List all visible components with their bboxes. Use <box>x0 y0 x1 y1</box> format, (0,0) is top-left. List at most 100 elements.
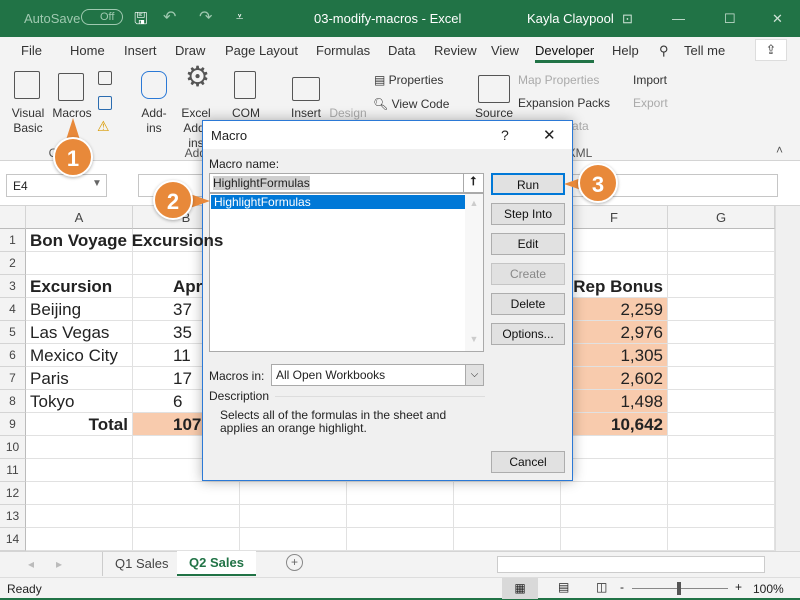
cell-g7[interactable] <box>668 367 775 390</box>
cell-g4[interactable] <box>668 298 775 321</box>
macros-in-select[interactable]: All Open Workbooks ⌵ <box>271 364 484 386</box>
cell-g8[interactable] <box>668 390 775 413</box>
add-sheet-icon[interactable]: + <box>286 554 303 571</box>
cell-f7[interactable]: 2,602 <box>561 367 668 390</box>
page-break-view-icon[interactable]: ◫ <box>596 580 607 594</box>
sheet-tab-q1-sales[interactable]: Q1 Sales <box>102 552 180 576</box>
properties-button[interactable]: ▤ Properties <box>374 73 443 88</box>
minimize-icon[interactable]: — <box>672 11 685 26</box>
redo-icon[interactable]: ↷ <box>199 7 212 27</box>
map-properties-button[interactable]: Map Properties <box>518 73 599 88</box>
cell-c14[interactable] <box>240 528 347 551</box>
column-header[interactable]: F <box>561 206 668 229</box>
chevron-down-icon[interactable]: ⌵ <box>465 365 483 385</box>
cell-f8[interactable]: 1,498 <box>561 390 668 413</box>
row-header[interactable]: 7 <box>0 367 26 390</box>
cell-g1[interactable] <box>668 229 775 252</box>
row-header[interactable]: 1 <box>0 229 26 252</box>
run-button[interactable]: Run <box>491 173 565 195</box>
delete-button[interactable]: Delete <box>491 293 565 315</box>
macro-security-icon[interactable]: ⚠ <box>97 119 110 134</box>
cell-e13[interactable] <box>454 505 561 528</box>
customize-qat-icon[interactable]: ⩡ <box>236 9 243 25</box>
cell-b12[interactable] <box>133 482 240 505</box>
column-header[interactable]: A <box>26 206 133 229</box>
row-header[interactable]: 9 <box>0 413 26 436</box>
cell-a9[interactable]: Total <box>26 413 133 436</box>
cell-a5[interactable]: Las Vegas <box>26 321 133 344</box>
autosave-toggle[interactable]: Off <box>81 9 124 25</box>
cell-b13[interactable] <box>133 505 240 528</box>
cell-f10[interactable] <box>561 436 668 459</box>
cell-f5[interactable]: 2,976 <box>561 321 668 344</box>
cell-c12[interactable] <box>240 482 347 505</box>
cell-a6[interactable]: Mexico City <box>26 344 133 367</box>
relative-references-icon[interactable] <box>98 96 112 110</box>
cell-a1[interactable]: Bon Voyage Excursions <box>26 229 223 252</box>
expansion-packs-button[interactable]: Expansion Packs <box>518 96 610 111</box>
select-all-corner[interactable] <box>0 206 26 229</box>
column-header[interactable]: G <box>668 206 775 229</box>
row-header[interactable]: 14 <box>0 528 26 551</box>
cell-g11[interactable] <box>668 459 775 482</box>
tab-formulas[interactable]: Formulas <box>316 43 370 58</box>
source-button[interactable]: Source <box>474 106 514 121</box>
tab-data[interactable]: Data <box>388 43 415 58</box>
tab-help[interactable]: Help <box>612 43 639 58</box>
cell-g13[interactable] <box>668 505 775 528</box>
tab-view[interactable]: View <box>491 43 519 58</box>
cell-a12[interactable] <box>26 482 133 505</box>
cell-a8[interactable]: Tokyo <box>26 390 133 413</box>
normal-view-icon[interactable]: ▦ <box>502 578 538 599</box>
tab-draw[interactable]: Draw <box>175 43 205 58</box>
tell-me[interactable]: Tell me <box>684 43 725 58</box>
cell-a3[interactable]: Excursion <box>26 275 133 298</box>
cell-g14[interactable] <box>668 528 775 551</box>
row-header[interactable]: 6 <box>0 344 26 367</box>
cell-a2[interactable] <box>26 252 133 275</box>
design-mode-button[interactable]: Design <box>328 106 368 121</box>
tab-home[interactable]: Home <box>70 43 105 58</box>
visual-basic-button[interactable]: Visual Basic <box>8 106 48 136</box>
row-header[interactable]: 8 <box>0 390 26 413</box>
zoom-out-icon[interactable]: - <box>620 580 624 594</box>
com-addins-button[interactable]: COM <box>226 106 266 121</box>
scroll-left-icon[interactable]: ◂ <box>28 557 34 571</box>
cell-f4[interactable]: 2,259 <box>561 298 668 321</box>
scroll-right-icon[interactable]: ▸ <box>56 557 62 571</box>
row-header[interactable]: 11 <box>0 459 26 482</box>
cell-a13[interactable] <box>26 505 133 528</box>
cell-f11[interactable] <box>561 459 668 482</box>
cell-g9[interactable] <box>668 413 775 436</box>
cell-f12[interactable] <box>561 482 668 505</box>
chevron-down-icon[interactable]: ▼ <box>92 178 102 189</box>
cell-g5[interactable] <box>668 321 775 344</box>
row-header[interactable]: 10 <box>0 436 26 459</box>
cell-f13[interactable] <box>561 505 668 528</box>
cell-f2[interactable] <box>561 252 668 275</box>
options-button[interactable]: Options... <box>491 323 565 345</box>
tab-page-layout[interactable]: Page Layout <box>225 43 298 58</box>
save-icon[interactable]: 🖫 <box>134 8 148 35</box>
cell-f3[interactable]: Rep Bonus <box>561 275 668 298</box>
cell-b14[interactable] <box>133 528 240 551</box>
tab-review[interactable]: Review <box>434 43 477 58</box>
tab-developer[interactable]: Developer <box>535 43 595 63</box>
zoom-in-icon[interactable]: + <box>735 580 742 594</box>
macro-list[interactable]: HighlightFormulas ▲ ▼ <box>209 193 484 352</box>
ribbon-display-icon[interactable]: ⊡ <box>622 11 633 27</box>
addins-button[interactable]: Add-ins <box>134 106 174 136</box>
upload-arrow-icon[interactable]: ⭡ <box>463 174 483 192</box>
cell-a7[interactable]: Paris <box>26 367 133 390</box>
cell-g10[interactable] <box>668 436 775 459</box>
close-icon[interactable]: ✕ <box>772 11 783 27</box>
insert-controls-button[interactable]: Insert <box>286 106 326 121</box>
maximize-icon[interactable]: ☐ <box>724 11 736 27</box>
cell-f9[interactable]: 10,642 <box>561 413 668 436</box>
cell-f1[interactable] <box>561 229 668 252</box>
cell-g12[interactable] <box>668 482 775 505</box>
help-button[interactable]: ? <box>501 127 509 143</box>
cell-a11[interactable] <box>26 459 133 482</box>
row-header[interactable]: 2 <box>0 252 26 275</box>
collapse-ribbon-icon[interactable]: ˄ <box>776 143 783 158</box>
